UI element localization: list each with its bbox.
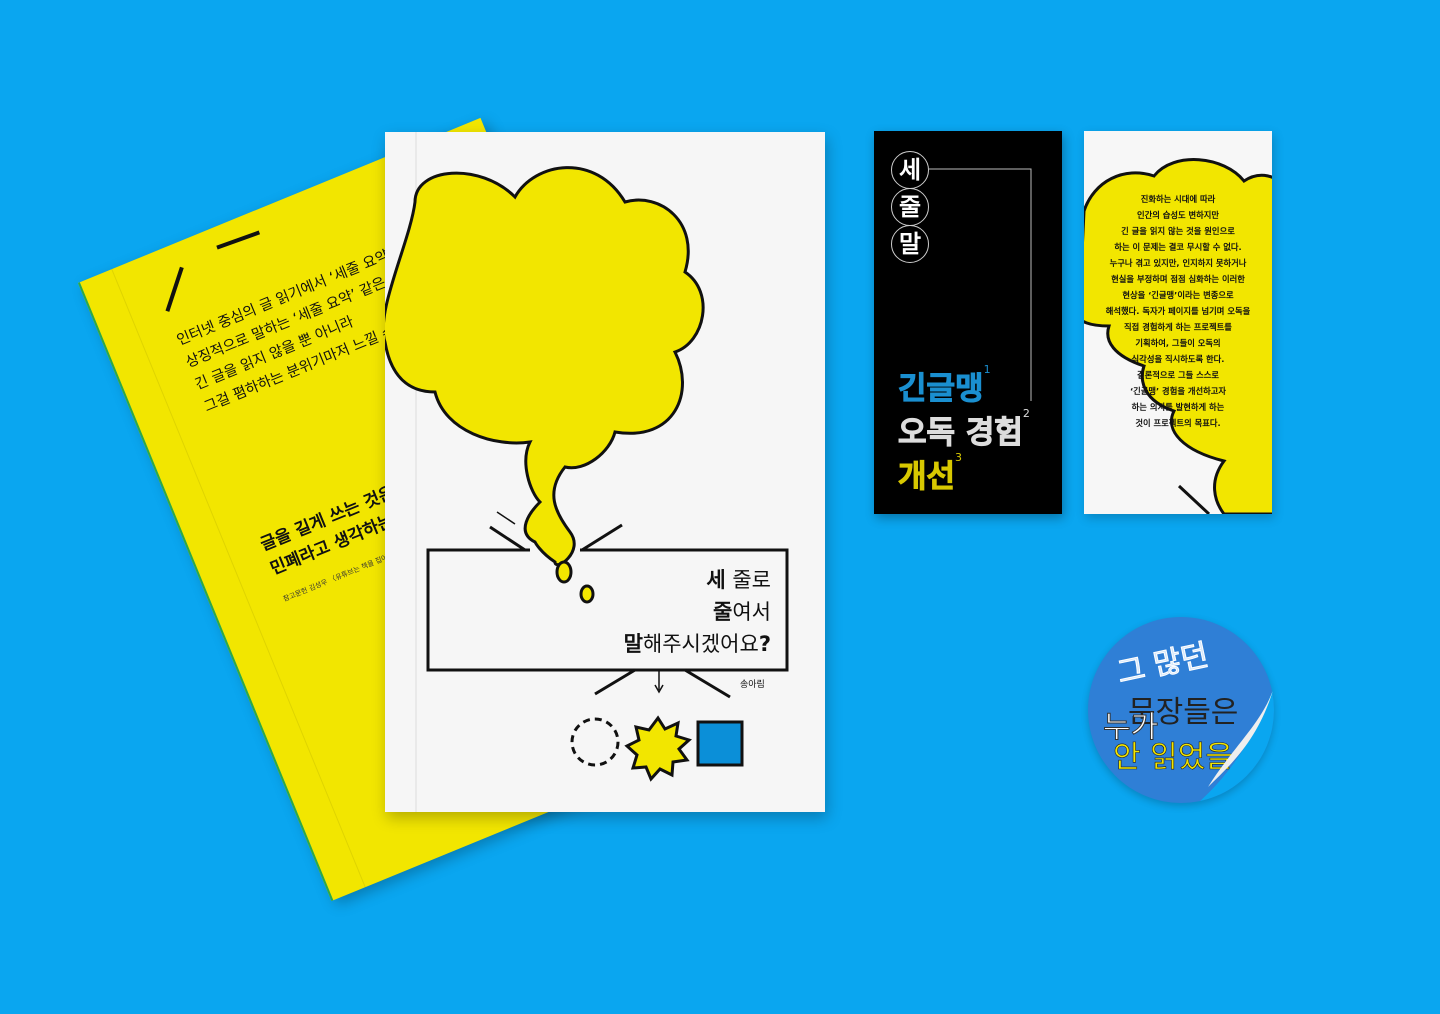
title-rest: 여서 xyxy=(732,600,771,624)
title-end: ? xyxy=(758,632,771,656)
author: 송아림 xyxy=(740,680,765,690)
description-line: 하는 의지를 발현하게 하는 xyxy=(1131,402,1225,412)
description-line: 현실을 부정하며 점점 심화하는 이러한 xyxy=(1111,274,1245,284)
black-card: 세 줄 말 긴글맹1 오독 경험2 개선3 xyxy=(874,131,1062,514)
thought-bubble-illustration xyxy=(385,166,789,782)
title-line: 세 줄로 xyxy=(706,564,771,594)
description-line: 직접 경험하게 하는 프로젝트를 xyxy=(1124,322,1232,332)
description-line: 현상을 ‘긴글맹’이라는 변종으로 xyxy=(1122,290,1234,300)
outline-line: 긴글맹1 xyxy=(898,363,991,408)
footnote-marker: 1 xyxy=(983,363,991,376)
description-line: 누구나 겪고 있지만, 인지하지 못하거나 xyxy=(1109,258,1247,268)
outline-line: 오독 경험2 xyxy=(898,407,1030,452)
peeled-corner xyxy=(1198,687,1274,803)
round-sticker: 그 많던 문장들은 누가 안 읽었을 xyxy=(1088,617,1274,803)
description-line: 긴 글을 읽지 않는 것을 원인으로 xyxy=(1121,226,1235,236)
outline-text: 오독 경험 xyxy=(898,415,1024,452)
description-line: 인간의 습성도 변하지만 xyxy=(1136,210,1220,220)
description-line: 결론적으로 그들 스스로 xyxy=(1136,370,1220,380)
title-bold: 줄 xyxy=(713,600,733,624)
title-rest: 줄로 xyxy=(725,568,771,592)
description-line: 진화하는 시대에 따라 xyxy=(1140,194,1216,204)
title-bold: 세 xyxy=(706,568,726,592)
circle-char: 줄 xyxy=(891,188,929,226)
white-book-cover: 세 줄로 줄여서 말해주시겠어요? 송아림 xyxy=(385,132,825,812)
description-line: 기획하여, 그들이 오독의 xyxy=(1135,338,1221,348)
outline-text: 긴글맹 xyxy=(898,371,985,408)
circle-char: 세 xyxy=(891,151,929,189)
footnote-marker: 2 xyxy=(1022,407,1030,420)
title-rest: 해주시겠어요 xyxy=(642,632,759,656)
description-line: ‘긴글맹’ 경험을 개선하고자 xyxy=(1129,386,1227,396)
white-card: 진화하는 시대에 따라인간의 습성도 변하지만긴 글을 읽지 않는 것을 원인으… xyxy=(1084,131,1272,514)
title-line: 말해주시겠어요? xyxy=(624,628,771,658)
outline-line: 개선3 xyxy=(897,451,963,496)
title-bold: 말 xyxy=(623,632,643,656)
title-line: 줄여서 xyxy=(713,596,771,626)
outline-text: 개선 xyxy=(897,459,956,496)
description-text: 진화하는 시대에 따라인간의 습성도 변하지만긴 글을 읽지 않는 것을 원인으… xyxy=(1084,191,1272,431)
description-line: 해석했다. 독자가 페이지를 넘기며 오독을 xyxy=(1105,306,1251,316)
description-line: 하는 이 문제는 결코 무시할 수 없다. xyxy=(1114,242,1242,252)
footnote-marker: 3 xyxy=(955,451,963,464)
description-line: 심각성을 직시하도록 한다. xyxy=(1131,354,1225,364)
circle-char: 말 xyxy=(891,225,929,263)
description-line: 것이 프로젝트의 목표다. xyxy=(1135,418,1221,428)
